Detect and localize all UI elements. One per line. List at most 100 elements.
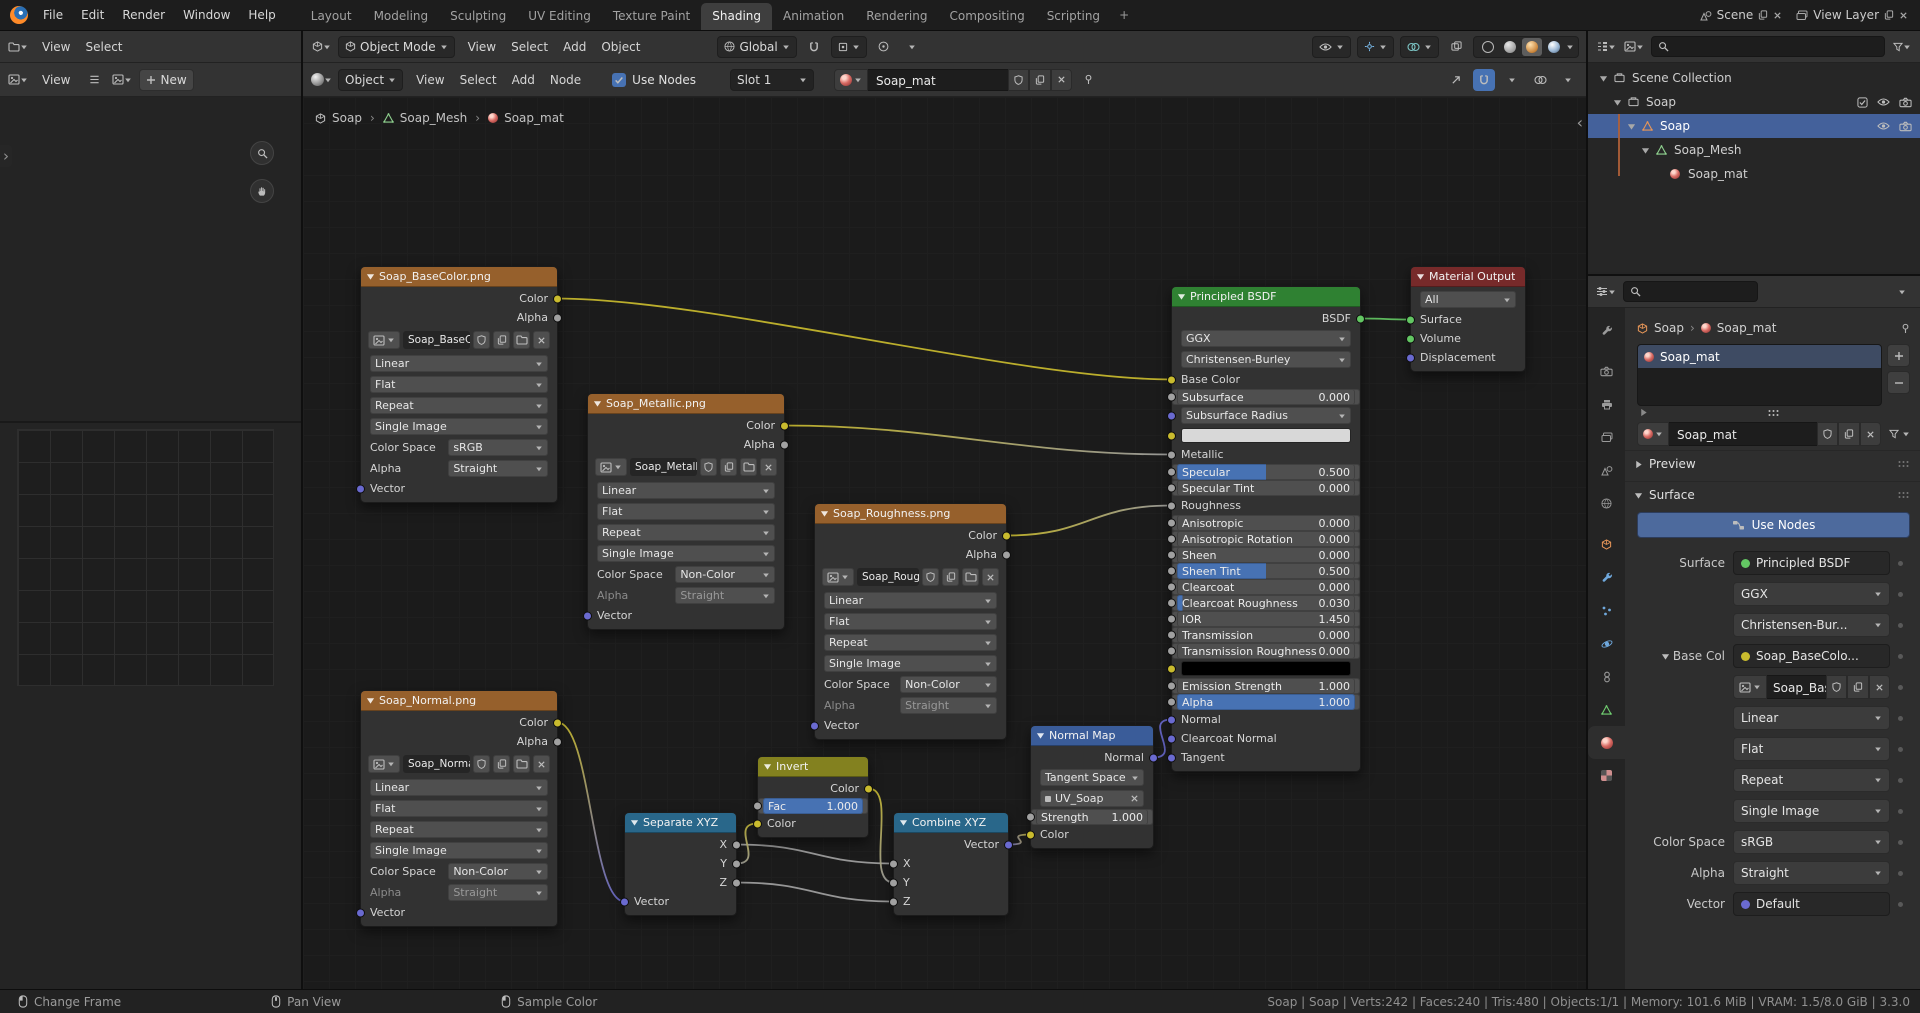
workspace-tab-shading[interactable]: Shading xyxy=(701,3,772,30)
socket-in-sheen[interactable] xyxy=(1167,551,1176,560)
socket-in-base-color[interactable] xyxy=(1167,375,1176,384)
socket-out-y[interactable] xyxy=(732,859,741,868)
dropdown-straight[interactable]: Straight xyxy=(675,587,775,604)
socket-in-volume[interactable] xyxy=(1406,334,1415,343)
fake-user-button[interactable] xyxy=(922,568,939,586)
menu-view[interactable]: View xyxy=(35,37,77,57)
insert-arrow-button[interactable] xyxy=(1445,69,1467,91)
copy-image-button[interactable] xyxy=(1847,675,1869,699)
dropdown-repeat[interactable]: Repeat xyxy=(824,634,997,651)
socket-in-specular[interactable] xyxy=(1167,468,1176,477)
eye-icon[interactable] xyxy=(1877,97,1890,108)
node-soap-normal[interactable]: Soap_Normal.pngColorAlphaSoap_Normal.png… xyxy=(360,690,558,927)
menu-help[interactable]: Help xyxy=(240,5,283,25)
breadcrumb-object[interactable]: Soap xyxy=(1654,321,1684,335)
checkbox-icon[interactable] xyxy=(1857,97,1868,108)
dropdown-linear[interactable]: Linear xyxy=(370,779,548,796)
unlink-scene-icon[interactable] xyxy=(1773,11,1782,20)
browse-image-button[interactable] xyxy=(595,458,627,476)
open-image-button[interactable] xyxy=(513,755,530,773)
expand-panel-arrow[interactable]: › xyxy=(0,145,12,167)
socket-in-emission[interactable] xyxy=(1167,664,1176,673)
node-header[interactable]: Soap_Normal.png xyxy=(361,691,557,711)
disclosure-icon[interactable] xyxy=(1610,98,1625,107)
menu-add[interactable]: Add xyxy=(505,70,542,90)
pan-gizmo[interactable] xyxy=(250,179,274,203)
dropdown-tangent-space[interactable]: Tangent Space xyxy=(1040,769,1144,786)
dropdown-single-image[interactable]: Single Image xyxy=(1733,799,1890,823)
slider-anisotropic-rotation[interactable]: Anisotropic Rotation0.000 xyxy=(1177,531,1355,547)
properties-tab-world[interactable] xyxy=(1588,487,1625,520)
socket-out-color[interactable] xyxy=(1002,531,1011,540)
collapse-icon[interactable] xyxy=(763,762,772,771)
dropdown-christensen-burley[interactable]: Christensen-Burley xyxy=(1181,351,1351,368)
socket-in-transmission-roughness[interactable] xyxy=(1167,647,1176,656)
browse-material-button[interactable] xyxy=(834,69,868,91)
node-header[interactable]: Soap_Roughness.png xyxy=(815,504,1006,524)
properties-tab-view-layer[interactable] xyxy=(1588,421,1625,454)
decorator-dot[interactable] xyxy=(1890,902,1910,907)
slot-list-grip[interactable] xyxy=(1637,406,1910,419)
editor-type-outliner[interactable] xyxy=(1595,36,1617,58)
color-field-emission[interactable] xyxy=(1181,661,1351,676)
open-image-button[interactable] xyxy=(513,331,530,349)
socket-in-subsurface-color[interactable] xyxy=(1167,431,1176,440)
dropdown-non-color[interactable]: Non-Color xyxy=(448,863,548,880)
slider-clearcoat[interactable]: Clearcoat0.000 xyxy=(1177,579,1355,595)
slider-transmission-roughness[interactable]: Transmission Roughness0.000 xyxy=(1177,643,1355,659)
socket-in-clearcoat-roughness[interactable] xyxy=(1167,599,1176,608)
collapse-icon[interactable] xyxy=(1416,272,1425,281)
collapse-icon[interactable] xyxy=(820,509,829,518)
image-name-field[interactable]: Soap_BaseCol... xyxy=(1767,675,1826,699)
socket-in-x[interactable] xyxy=(889,859,898,868)
socket-out-z[interactable] xyxy=(732,878,741,887)
node-header[interactable]: Soap_Metallic.png xyxy=(588,394,784,414)
menu-node[interactable]: Node xyxy=(543,70,588,90)
socket-out-alpha[interactable] xyxy=(553,737,562,746)
outliner-filter-button[interactable] xyxy=(1891,36,1913,58)
dropdown-linear[interactable]: Linear xyxy=(824,592,997,609)
zoom-gizmo[interactable] xyxy=(250,141,274,165)
menu-object[interactable]: Object xyxy=(594,37,647,57)
transform-orientation[interactable]: Global xyxy=(717,36,796,58)
socket-in-subsurface[interactable] xyxy=(1167,393,1176,402)
image-name-field[interactable]: Soap_Roughness... xyxy=(857,568,919,586)
slider-emission-strength[interactable]: Emission Strength1.000 xyxy=(1177,678,1355,694)
node-normal-map[interactable]: Normal MapNormalTangent SpaceUV_SoapStre… xyxy=(1030,725,1154,849)
pin-button[interactable] xyxy=(1078,69,1100,91)
slot-specials-icon[interactable] xyxy=(1639,408,1648,417)
socket-out-bsdf[interactable] xyxy=(1356,314,1365,323)
menu-window[interactable]: Window xyxy=(175,5,238,25)
fake-user-button[interactable] xyxy=(473,331,490,349)
copy-material-button[interactable] xyxy=(1838,422,1860,446)
properties-tab-tool[interactable] xyxy=(1588,314,1625,347)
socket-in-color[interactable] xyxy=(1026,830,1035,839)
socket-in-normal[interactable] xyxy=(1167,715,1176,724)
snap-settings[interactable] xyxy=(831,36,867,58)
socket-in-ior[interactable] xyxy=(1167,615,1176,624)
collapse-icon[interactable] xyxy=(899,818,908,827)
socket-in-specular-tint[interactable] xyxy=(1167,484,1176,493)
copy-image-button[interactable] xyxy=(493,331,510,349)
node-editor-canvas[interactable]: Soap_BaseColor.pngColorAlphaSoap_BaseCol… xyxy=(303,97,1586,989)
properties-tab-object-data[interactable] xyxy=(1588,693,1625,726)
unlink-image-button[interactable] xyxy=(533,755,550,773)
menu-select[interactable]: Select xyxy=(78,37,129,57)
slider-alpha[interactable]: Alpha1.000 xyxy=(1177,694,1355,710)
dropdown-ggx[interactable]: GGX xyxy=(1733,582,1890,606)
dropdown-subsurface-radius[interactable]: Subsurface Radius xyxy=(1181,407,1351,424)
decorator-dot[interactable] xyxy=(1890,778,1910,783)
socket-in-clearcoat[interactable] xyxy=(1167,583,1176,592)
node-header[interactable]: Normal Map xyxy=(1031,726,1153,746)
pin-id-button[interactable] xyxy=(1901,323,1910,334)
socket-out-color[interactable] xyxy=(864,784,873,793)
unlink-image-button[interactable] xyxy=(533,331,550,349)
uv-map-select[interactable]: UV_Soap xyxy=(1040,790,1144,807)
shading-solid-button[interactable] xyxy=(1500,38,1520,56)
properties-tab-scene[interactable] xyxy=(1588,454,1625,487)
slider-transmission[interactable]: Transmission0.000 xyxy=(1177,627,1355,643)
dropdown-flat[interactable]: Flat xyxy=(1733,737,1890,761)
open-image-button[interactable] xyxy=(740,458,757,476)
outliner-display-mode[interactable] xyxy=(1623,36,1645,58)
properties-tab-particles[interactable] xyxy=(1588,594,1625,627)
